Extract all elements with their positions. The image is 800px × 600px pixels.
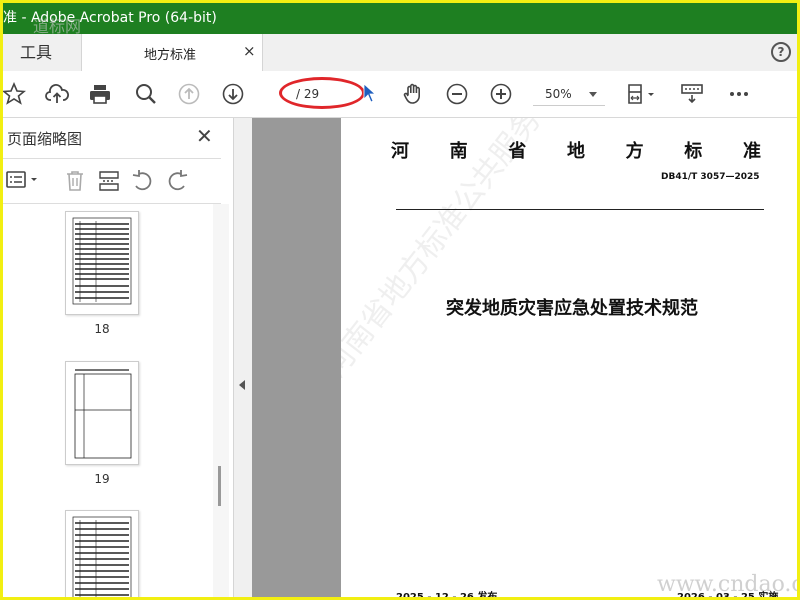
toolbar: / 29 50% — [3, 71, 797, 118]
delete-icon[interactable] — [63, 169, 87, 197]
page-up-icon[interactable] — [176, 81, 202, 107]
standard-code: DB41/T 3057—2025 — [661, 172, 760, 182]
help-icon[interactable]: ? — [771, 42, 791, 62]
zoom-select[interactable]: 50% — [533, 82, 605, 106]
cloud-upload-icon[interactable] — [44, 81, 70, 107]
close-panel-icon[interactable]: ✕ — [196, 124, 213, 148]
thumbnail-number: 18 — [94, 322, 110, 336]
title-bar: 准 - Adobe Acrobat Pro (64-bit) 道标网 — [3, 3, 797, 36]
header-char: 标 — [684, 141, 703, 162]
more-icon[interactable] — [726, 81, 752, 107]
header-char: 准 — [742, 141, 761, 162]
header-rule — [396, 209, 764, 210]
options-menu-icon[interactable] — [5, 169, 41, 195]
insert-page-icon[interactable] — [97, 169, 121, 197]
star-icon[interactable] — [3, 81, 27, 107]
panel-title: 页面缩略图 — [7, 130, 83, 148]
header-char: 南 — [449, 141, 468, 162]
keyboard-icon[interactable] — [679, 81, 705, 107]
tab-bar: 工具 地方标准 × ? — [3, 34, 797, 72]
thumbnail-page-18[interactable] — [65, 211, 139, 315]
header-char: 方 — [625, 141, 644, 162]
header-char: 省 — [508, 141, 527, 162]
collapse-panel-icon[interactable] — [239, 380, 245, 390]
document-title: 突发地质灾害应急处置技术规范 — [446, 298, 698, 319]
standard-header: 河 南 省 地 方 标 准 — [391, 137, 761, 163]
tab-document[interactable]: 地方标准 × — [81, 34, 263, 72]
fit-page-icon[interactable] — [623, 81, 659, 107]
search-icon[interactable] — [133, 81, 159, 107]
header-char: 地 — [566, 141, 585, 162]
thumbnail-page-20[interactable] — [65, 510, 139, 597]
thumbnail-page-19[interactable] — [65, 361, 139, 465]
thumbnail-number: 19 — [94, 472, 110, 486]
panel-toolbar — [3, 158, 221, 204]
page-down-icon[interactable] — [220, 81, 246, 107]
app-window: 准 - Adobe Acrobat Pro (64-bit) 道标网 工具 地方… — [0, 0, 800, 600]
zoom-value: 50% — [545, 87, 572, 101]
zoom-out-icon[interactable] — [444, 81, 470, 107]
chevron-down-icon — [589, 92, 597, 97]
panel-splitter[interactable] — [234, 118, 252, 597]
tab-tools[interactable]: 工具 — [3, 34, 81, 71]
zoom-in-icon[interactable] — [488, 81, 514, 107]
annotation-ellipse — [279, 77, 365, 109]
thumbnail-scrollbar[interactable] — [213, 204, 229, 597]
rotate-left-icon[interactable] — [131, 169, 155, 197]
close-tab-icon[interactable]: × — [243, 42, 256, 60]
print-icon[interactable] — [87, 81, 113, 107]
document-gutter — [252, 118, 341, 597]
scrollbar-thumb[interactable] — [218, 466, 221, 506]
publish-date: 2025 - 12 - 26 发布 — [396, 592, 498, 600]
thumbnails-panel: 页面缩略图 ✕ 18 19 — [3, 118, 234, 597]
rotate-right-icon[interactable] — [165, 169, 189, 197]
document-page: 河南省地方标准公共服务平台 河 南 省 地 方 标 准 DB41/T 3057—… — [341, 118, 797, 600]
tab-document-label: 地方标准 — [144, 48, 197, 63]
hand-tool-icon[interactable] — [400, 81, 426, 107]
thumbnail-list: 18 19 — [3, 204, 211, 597]
mouse-cursor-icon — [363, 83, 377, 107]
watermark-site: www.cndao.com — [657, 572, 797, 597]
header-char: 河 — [391, 141, 409, 162]
